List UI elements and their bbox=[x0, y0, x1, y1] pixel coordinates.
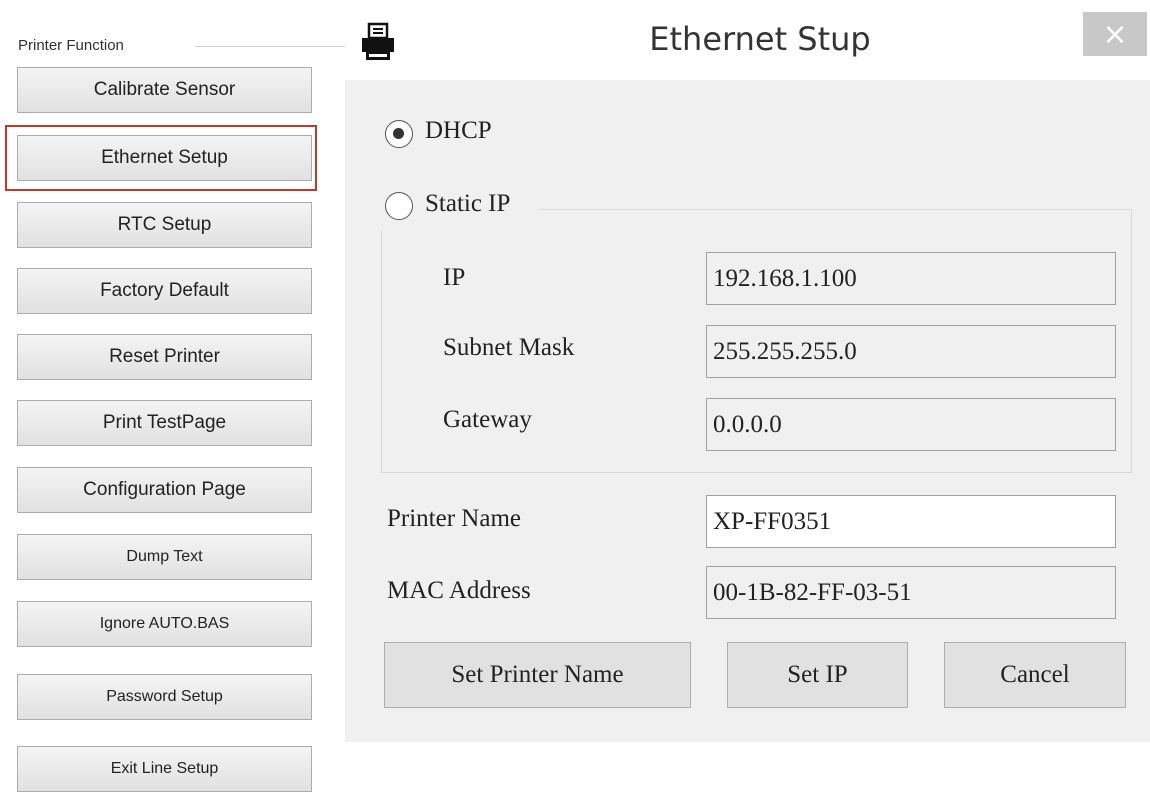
dialog-title: Ethernet Stup bbox=[649, 20, 871, 58]
print-testpage-button[interactable]: Print TestPage bbox=[17, 400, 312, 446]
printer-function-panel: Printer Function Calibrate Sensor Ethern… bbox=[0, 0, 345, 792]
printer-name-field[interactable]: XP-FF0351 bbox=[706, 495, 1116, 548]
dhcp-radio[interactable] bbox=[385, 120, 413, 148]
set-ip-button[interactable]: Set IP bbox=[727, 642, 908, 708]
ignore-auto-bas-button[interactable]: Ignore AUTO.BAS bbox=[17, 601, 312, 647]
subnet-mask-label: Subnet Mask bbox=[443, 334, 575, 361]
gateway-label: Gateway bbox=[443, 406, 532, 433]
close-button[interactable]: × bbox=[1083, 12, 1147, 56]
static-ip-radio[interactable] bbox=[385, 192, 413, 220]
factory-default-button[interactable]: Factory Default bbox=[17, 268, 312, 314]
static-ip-label: Static IP bbox=[425, 190, 511, 217]
rtc-setup-button[interactable]: RTC Setup bbox=[17, 202, 312, 248]
printer-name-label: Printer Name bbox=[387, 505, 521, 532]
printer-icon bbox=[362, 22, 394, 60]
gateway-field[interactable]: 0.0.0.0 bbox=[706, 398, 1116, 451]
configuration-page-button[interactable]: Configuration Page bbox=[17, 467, 312, 513]
ethernet-setup-button[interactable]: Ethernet Setup bbox=[17, 135, 312, 181]
cancel-button[interactable]: Cancel bbox=[944, 642, 1126, 708]
group-divider bbox=[195, 46, 345, 47]
reset-printer-button[interactable]: Reset Printer bbox=[17, 334, 312, 380]
calibrate-sensor-button[interactable]: Calibrate Sensor bbox=[17, 67, 312, 113]
radio-selected-dot bbox=[393, 128, 404, 139]
subnet-mask-field[interactable]: 255.255.255.0 bbox=[706, 325, 1116, 378]
printer-function-title: Printer Function bbox=[18, 37, 130, 54]
ip-label: IP bbox=[443, 264, 466, 291]
password-setup-button[interactable]: Password Setup bbox=[17, 674, 312, 720]
mac-address-label: MAC Address bbox=[387, 577, 531, 604]
dhcp-label: DHCP bbox=[425, 117, 492, 144]
set-printer-name-button[interactable]: Set Printer Name bbox=[384, 642, 691, 708]
dump-text-button[interactable]: Dump Text bbox=[17, 534, 312, 580]
mac-address-field: 00-1B-82-FF-03-51 bbox=[706, 566, 1116, 619]
ip-field[interactable]: 192.168.1.100 bbox=[706, 252, 1116, 305]
exit-line-setup-button[interactable]: Exit Line Setup bbox=[17, 746, 312, 792]
